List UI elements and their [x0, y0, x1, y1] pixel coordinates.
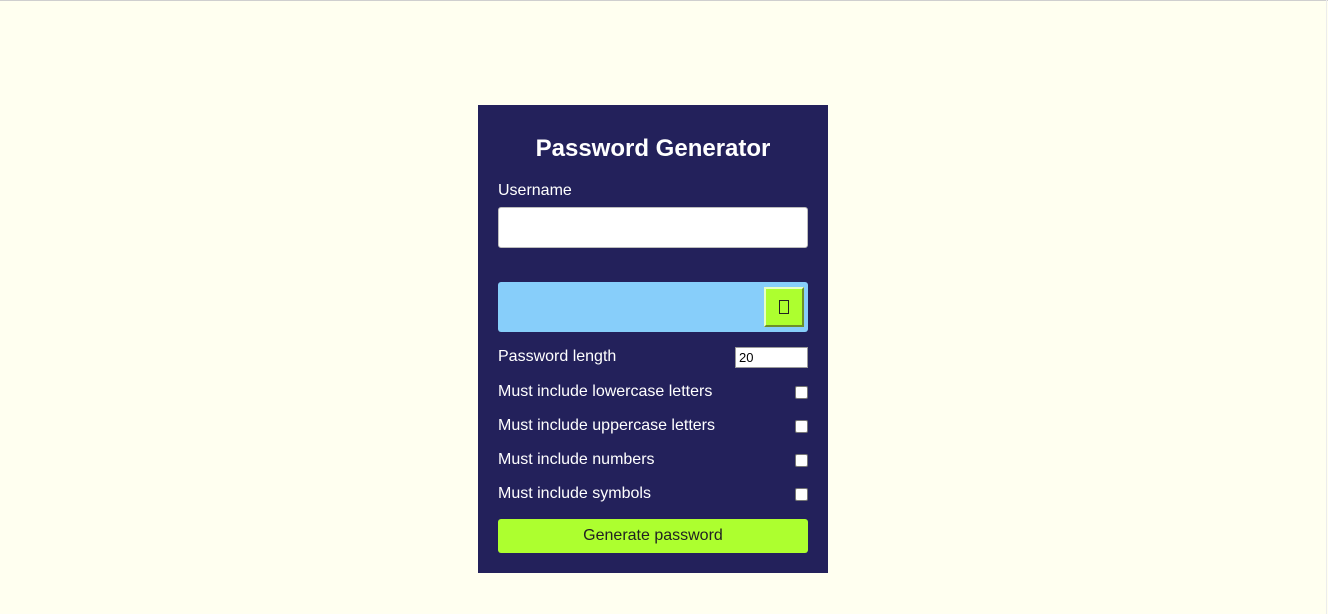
copy-icon: [779, 300, 789, 314]
option-row-lowercase: Must include lowercase letters: [498, 381, 808, 403]
lowercase-checkbox[interactable]: [795, 386, 808, 399]
password-length-label: Password length: [498, 348, 617, 365]
uppercase-checkbox[interactable]: [795, 420, 808, 433]
username-input[interactable]: [498, 207, 808, 248]
option-row-uppercase: Must include uppercase letters: [498, 415, 808, 437]
copy-button[interactable]: [764, 287, 804, 327]
top-divider: [0, 0, 1328, 1]
password-generator-card: Password Generator Username Password len…: [478, 105, 828, 573]
generate-password-button[interactable]: Generate password: [498, 519, 808, 553]
option-label-symbols: Must include symbols: [498, 485, 651, 502]
page-title: Password Generator: [535, 135, 771, 162]
username-label: Username: [498, 182, 572, 199]
option-label-lowercase: Must include lowercase letters: [498, 383, 713, 400]
option-row-symbols: Must include symbols: [498, 483, 808, 505]
scrollbar-track[interactable]: [1326, 0, 1327, 614]
password-output: [498, 282, 808, 332]
numbers-checkbox[interactable]: [795, 454, 808, 467]
option-label-uppercase: Must include uppercase letters: [498, 417, 715, 434]
symbols-checkbox[interactable]: [795, 488, 808, 501]
option-label-numbers: Must include numbers: [498, 451, 655, 468]
option-row-numbers: Must include numbers: [498, 449, 808, 471]
password-length-row: Password length: [498, 346, 808, 368]
password-length-input[interactable]: [735, 347, 808, 368]
